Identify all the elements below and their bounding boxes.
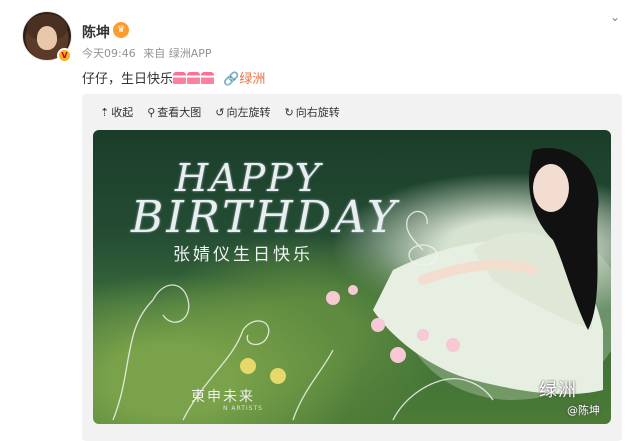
cake-icon <box>173 72 187 84</box>
avatar-face <box>37 26 57 50</box>
cake-icon <box>201 72 215 84</box>
link-icon: 🔗 <box>223 72 240 87</box>
oasis-link[interactable]: 🔗绿洲 <box>223 72 265 87</box>
post-source: 来自 绿洲APP <box>143 47 212 60</box>
photo-greeting: 张婧仪生日快乐 <box>173 245 313 265</box>
photo-illustration <box>112 148 611 421</box>
oasis-watermark: 绿洲 <box>539 380 577 401</box>
view-large-button[interactable]: ⚲ 查看大图 <box>147 104 201 120</box>
post-time[interactable]: 今天09:46 <box>82 47 136 60</box>
media-toolbar: ⇡ 收起 ⚲ 查看大图 ↺ 向左旋转 ↻ 向右旋转 <box>100 104 340 120</box>
post-body: 仔仔，生日快乐 <box>82 72 174 87</box>
cake-icon <box>187 72 201 84</box>
weibo-post: V 陈坤 ♛ 今天09:46 来自 绿洲APP ⌄ 仔仔，生日快乐 🔗绿洲 ⇡ … <box>0 0 644 441</box>
rotate-right-button[interactable]: ↻ 向右旋转 <box>285 104 340 120</box>
collapse-button[interactable]: ⇡ 收起 <box>100 104 133 120</box>
rotate-left-label: 向左旋转 <box>226 106 271 119</box>
rotate-right-icon: ↻ <box>284 105 294 119</box>
zoom-icon: ⚲ <box>147 105 156 119</box>
agency-logo-sub: N ARTISTS <box>223 405 263 412</box>
rotate-left-button[interactable]: ↺ 向左旋转 <box>215 104 270 120</box>
post-photo[interactable]: HAPPY BIRTHDAY 张婧仪生日快乐 東申未来 N ARTISTS 绿洲… <box>93 130 611 424</box>
post-text: 仔仔，生日快乐 🔗绿洲 <box>82 68 265 87</box>
photo-title-line2: BIRTHDAY <box>131 192 400 243</box>
collapse-icon: ⇡ <box>100 105 110 119</box>
rotate-left-icon: ↺ <box>215 105 225 119</box>
post-meta: 今天09:46 来自 绿洲APP <box>82 45 216 61</box>
author-name[interactable]: 陈坤 <box>82 22 110 42</box>
agency-logo: 東申未来 <box>191 389 255 405</box>
view-large-label: 查看大图 <box>157 106 202 119</box>
oasis-link-label: 绿洲 <box>239 72 266 87</box>
vip-crown-icon[interactable]: ♛ <box>113 22 129 38</box>
rotate-right-label: 向右旋转 <box>295 106 340 119</box>
chevron-down-icon[interactable]: ⌄ <box>606 8 624 26</box>
collapse-label: 收起 <box>111 106 134 119</box>
verified-badge-icon: V <box>57 48 72 63</box>
user-watermark: @陈坤 <box>567 404 600 417</box>
